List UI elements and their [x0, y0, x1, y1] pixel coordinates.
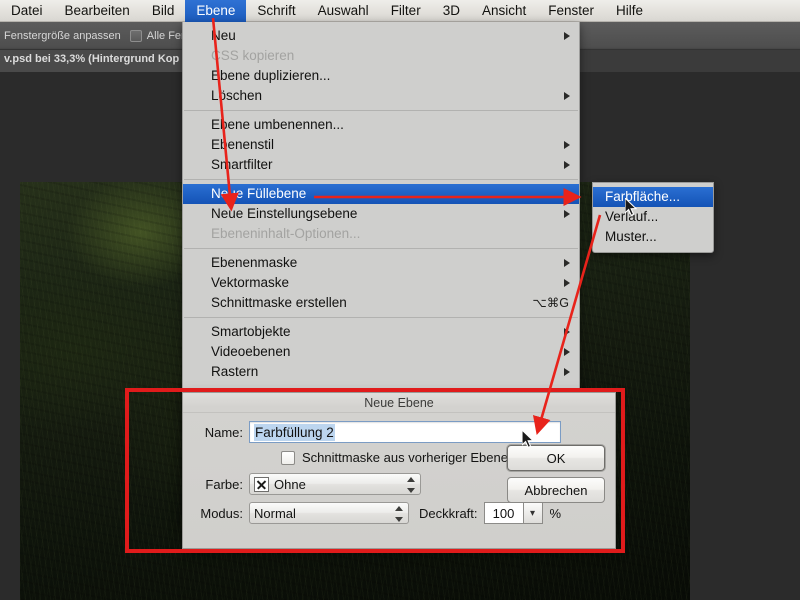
menubar-item-bild[interactable]: Bild [141, 0, 186, 22]
menu-item-ebenenmaske[interactable]: Ebenenmaske [183, 253, 579, 273]
menubar-item-ansicht[interactable]: Ansicht [471, 0, 537, 22]
menubar-item-filter[interactable]: Filter [380, 0, 432, 22]
menu-item-label: Neue Füllebene [211, 186, 307, 201]
photoshop-window: Fenstergröße anpassen Alle Fens v.psd be… [0, 0, 800, 600]
submenu-arrow-icon [564, 279, 570, 287]
menu-item-label: CSS kopieren [211, 48, 295, 63]
menu-item-ebeneninhalt-optionen: Ebeneninhalt-Optionen... [183, 224, 579, 244]
menu-item-neue-fuellebene[interactable]: Neue Füllebene [183, 184, 579, 204]
menu-item-smartobjekte[interactable]: Smartobjekte [183, 322, 579, 342]
menubar-item-auswahl[interactable]: Auswahl [307, 0, 380, 22]
submenu-item-label: Farbfläche... [605, 189, 681, 204]
menubar-item-ebene[interactable]: Ebene [185, 0, 247, 22]
submenu-item-muster[interactable]: Muster... [593, 227, 713, 247]
menu-item-rastern[interactable]: Rastern [183, 362, 579, 382]
menu-item-label: Rastern [211, 364, 259, 379]
submenu-arrow-icon [564, 92, 570, 100]
menu-item-label: Videoebenen [211, 344, 291, 359]
cursor-pointer-submenu [625, 198, 638, 217]
menu-item-videoebenen[interactable]: Videoebenen [183, 342, 579, 362]
all-windows-checkbox[interactable] [129, 29, 142, 42]
submenu-arrow-icon [564, 190, 570, 198]
menu-item-neue-einstellungsebene[interactable]: Neue Einstellungsebene [183, 204, 579, 224]
menu-item-label: Ebenenstil [211, 137, 275, 152]
menu-item-label: Ebenenmaske [211, 255, 298, 270]
menu-item-smartfilter[interactable]: Smartfilter [183, 155, 579, 175]
menu-item-ebene-duplizieren[interactable]: Ebene duplizieren... [183, 66, 579, 86]
menu-item-label: Vektormaske [211, 275, 290, 290]
menubar-item-bearbeiten[interactable]: Bearbeiten [54, 0, 141, 22]
annotation-rectangle [125, 388, 625, 553]
menu-item-css-kopieren: CSS kopieren [183, 46, 579, 66]
menu-item-vektormaske[interactable]: Vektormaske [183, 273, 579, 293]
submenu-arrow-icon [564, 32, 570, 40]
menubar-item-schrift[interactable]: Schrift [246, 0, 306, 22]
submenu-item-label: Muster... [605, 229, 657, 244]
submenu-arrow-icon [564, 348, 570, 356]
menu-item-label: Ebene umbenennen... [211, 117, 344, 132]
menu-item-label: Ebene duplizieren... [211, 68, 331, 83]
menubar-item-hilfe[interactable]: Hilfe [605, 0, 654, 22]
submenu-item-farbflaeche[interactable]: Farbfläche... [593, 187, 713, 207]
fit-window-label: Fenstergröße anpassen [4, 29, 121, 42]
menu-separator [184, 317, 578, 318]
menu-bar: Datei Bearbeiten Bild Ebene Schrift Ausw… [0, 0, 800, 22]
menu-item-ebenenstil[interactable]: Ebenenstil [183, 135, 579, 155]
menubar-item-fenster[interactable]: Fenster [537, 0, 605, 22]
submenu-arrow-icon [564, 328, 570, 336]
menubar-item-3d[interactable]: 3D [432, 0, 471, 22]
menu-separator [184, 248, 578, 249]
menu-item-shortcut: ⌥⌘G [532, 296, 569, 310]
menu-item-ebene-umbenennen[interactable]: Ebene umbenennen... [183, 115, 579, 135]
cursor-pointer-ok-button [522, 430, 535, 449]
fill-layer-submenu: Farbfläche... Verlauf... Muster... [592, 182, 714, 253]
menu-item-schnittmaske-erstellen[interactable]: Schnittmaske erstellen ⌥⌘G [183, 293, 579, 313]
menu-item-neu[interactable]: Neu [183, 26, 579, 46]
menu-separator [184, 110, 578, 111]
submenu-arrow-icon [564, 161, 570, 169]
menu-item-loeschen[interactable]: Löschen [183, 86, 579, 106]
menu-item-label: Ebeneninhalt-Optionen... [211, 226, 361, 241]
submenu-arrow-icon [564, 259, 570, 267]
menu-item-label: Smartobjekte [211, 324, 291, 339]
menu-separator [184, 179, 578, 180]
submenu-arrow-icon [564, 210, 570, 218]
document-tab[interactable]: v.psd bei 33,3% (Hintergrund Kop [0, 50, 186, 72]
menu-item-label: Schnittmaske erstellen [211, 295, 347, 310]
submenu-arrow-icon [564, 141, 570, 149]
menu-item-label: Neue Einstellungsebene [211, 206, 358, 221]
menu-item-label: Neu [211, 28, 236, 43]
menu-item-label: Löschen [211, 88, 263, 103]
submenu-item-verlauf[interactable]: Verlauf... [593, 207, 713, 227]
submenu-arrow-icon [564, 368, 570, 376]
menu-item-label: Smartfilter [211, 157, 273, 172]
menubar-item-datei[interactable]: Datei [0, 0, 54, 22]
